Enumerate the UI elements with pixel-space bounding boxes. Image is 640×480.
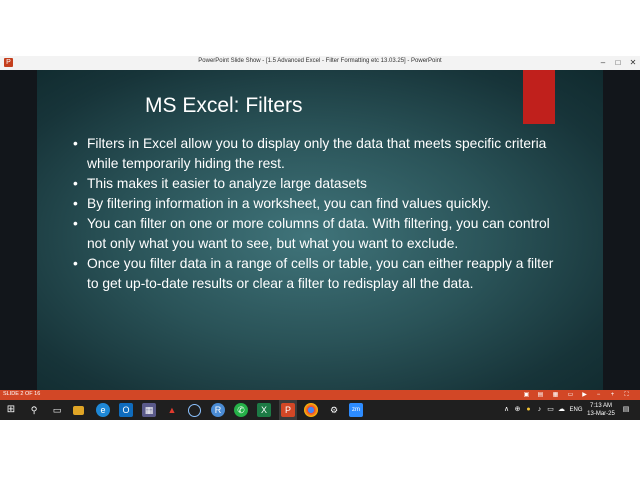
taskbar: ⊞ ⚲ ▭ e O ▦ ▲ R ✆ X P ⚙ zm ∧ ⊕ ● ♪ ▭ ☁ E… — [0, 400, 640, 420]
bullet-item: Once you filter data in a range of cells… — [73, 254, 558, 294]
slideshow-statusbar: SLIDE 2 OF 16 ▣ ▤ ▦ ▭ ▶ − + ⛶ — [0, 390, 640, 400]
chrome-icon[interactable] — [304, 403, 318, 417]
window-title: PowerPoint Slide Show - [1.5 Advanced Ex… — [198, 58, 442, 64]
slide-counter: SLIDE 2 OF 16 — [3, 391, 41, 397]
reading-view-icon[interactable]: ▭ — [566, 391, 575, 399]
acrobat-icon[interactable]: ▲ — [165, 403, 179, 417]
close-icon[interactable]: ✕ — [626, 57, 640, 68]
cortana-icon[interactable] — [188, 404, 201, 417]
volume-icon[interactable]: ♪ — [535, 403, 544, 417]
search-icon[interactable]: ⚲ — [27, 403, 41, 417]
letterbox-top — [0, 0, 640, 56]
battery-icon[interactable]: ▭ — [546, 403, 555, 417]
zoom-in-icon[interactable]: + — [608, 391, 617, 399]
slide-stage: MS Excel: Filters Filters in Excel allow… — [0, 70, 640, 390]
task-view-icon[interactable]: ▭ — [50, 403, 64, 417]
app-icon[interactable]: R — [211, 403, 225, 417]
zoom-icon[interactable]: zm — [349, 403, 363, 417]
zoom-out-icon[interactable]: − — [594, 391, 603, 399]
notifications-icon[interactable]: ▤ — [620, 403, 632, 417]
letterbox-bottom — [0, 420, 640, 480]
settings-icon[interactable]: ⚙ — [327, 403, 341, 417]
accent-bar — [523, 70, 555, 124]
network-icon[interactable]: ⊕ — [513, 403, 522, 417]
wifi-icon[interactable]: ☁ — [557, 403, 566, 417]
bullet-item: You can filter on one or more columns of… — [73, 214, 558, 254]
outlook-icon[interactable]: O — [119, 403, 133, 417]
slideshow-icon[interactable]: ▶ — [580, 391, 589, 399]
notification-tray-icon[interactable]: ● — [524, 403, 533, 417]
clock-time: 7:13 AM — [589, 403, 612, 409]
clock[interactable]: 7:13 AM 13-Mar-25 — [585, 402, 617, 418]
bullet-item: Filters in Excel allow you to display on… — [73, 134, 558, 174]
excel-icon[interactable]: X — [257, 403, 271, 417]
chevron-up-icon[interactable]: ∧ — [502, 403, 511, 417]
maximize-icon[interactable]: □ — [611, 57, 625, 68]
windows-start-icon[interactable]: ⊞ — [4, 403, 18, 417]
powerpoint-icon[interactable]: P — [281, 403, 295, 417]
fit-slide-icon[interactable]: ⛶ — [622, 391, 631, 399]
bullet-item: By filtering information in a worksheet,… — [73, 194, 558, 214]
whatsapp-icon[interactable]: ✆ — [234, 403, 248, 417]
calculator-icon[interactable]: ▦ — [142, 403, 156, 417]
notes-icon[interactable]: ▣ — [522, 391, 531, 399]
file-explorer-icon[interactable] — [73, 406, 84, 415]
clock-date: 13-Mar-25 — [587, 411, 615, 417]
minimize-icon[interactable]: – — [596, 57, 610, 68]
edge-icon[interactable]: e — [96, 403, 110, 417]
bullet-item: This makes it easier to analyze large da… — [73, 174, 558, 194]
sorter-view-icon[interactable]: ▦ — [551, 391, 560, 399]
slide[interactable]: MS Excel: Filters Filters in Excel allow… — [37, 70, 603, 390]
window-titlebar[interactable]: P PowerPoint Slide Show - [1.5 Advanced … — [0, 56, 640, 71]
language-indicator[interactable]: ENG — [568, 403, 584, 417]
bullet-list: Filters in Excel allow you to display on… — [73, 134, 558, 294]
normal-view-icon[interactable]: ▤ — [536, 391, 545, 399]
slide-title: MS Excel: Filters — [145, 94, 303, 117]
